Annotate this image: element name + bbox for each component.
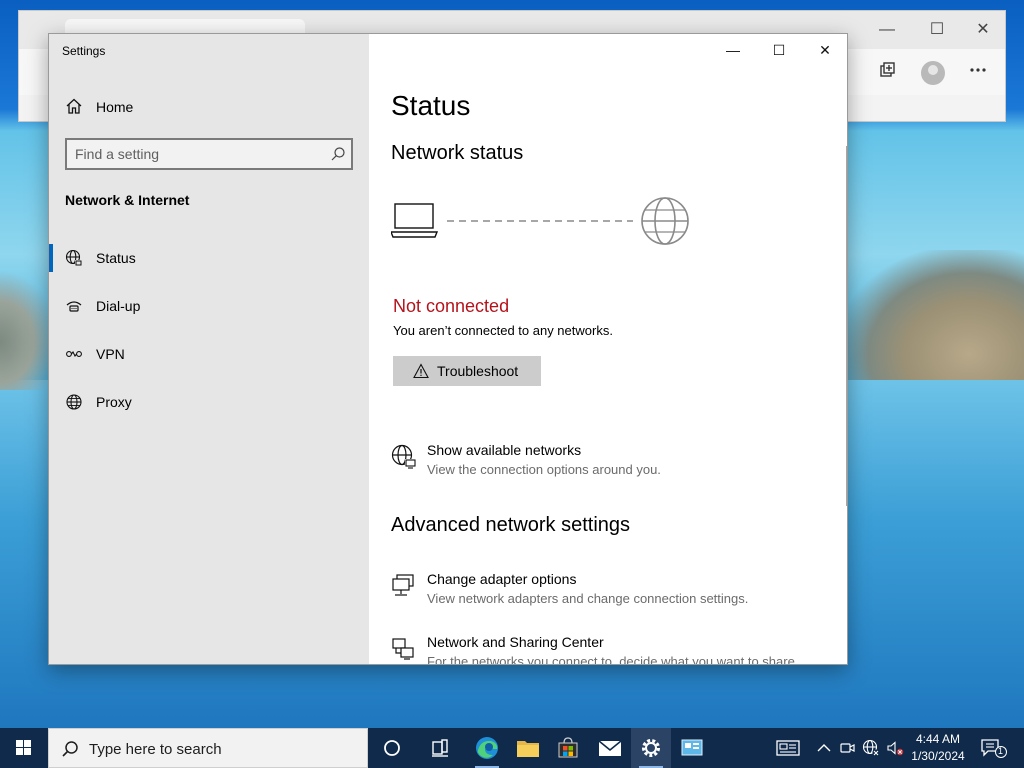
nav-item-label: VPN [96, 346, 125, 362]
network-tray-icon[interactable] [862, 739, 880, 757]
link-subtitle: For the networks you connect to, decide … [427, 654, 799, 665]
taskbar: Type here to search 4:44 AM 1/30/2024 1 [0, 728, 1024, 768]
collections-icon[interactable] [873, 61, 901, 89]
change-adapter-options-link[interactable]: Change adapter options View network adap… [391, 571, 831, 615]
vpn-icon [65, 345, 83, 363]
nav-item-label: Status [96, 250, 136, 266]
search-icon [61, 740, 79, 758]
nav-home-label: Home [96, 99, 134, 115]
minimize-button[interactable]: — [710, 34, 756, 66]
nav-section-title: Network & Internet [65, 192, 190, 208]
network-globe-icon [391, 444, 417, 470]
system-clock[interactable]: 4:44 AM 1/30/2024 [906, 731, 970, 765]
news-widget-icon[interactable] [776, 739, 800, 757]
nav-item-label: Proxy [96, 394, 132, 410]
settings-gear-icon[interactable] [631, 728, 671, 768]
troubleshoot-label: Troubleshoot [437, 363, 519, 379]
laptop-icon [389, 203, 439, 238]
advanced-network-settings-heading: Advanced network settings [391, 514, 631, 536]
control-panel-icon[interactable] [672, 728, 712, 768]
wallpaper-hill-right [840, 250, 1024, 380]
taskbar-search-placeholder: Type here to search [89, 741, 222, 758]
connection-status-text: Not connected [393, 296, 510, 316]
proxy-globe-icon [65, 393, 83, 411]
link-subtitle: View the connection options around you. [427, 462, 661, 477]
network-status-heading: Network status [391, 142, 524, 164]
nav-item-proxy[interactable]: Proxy [49, 384, 369, 420]
connection-status-description: You aren’t connected to any networks. [393, 323, 613, 338]
find-setting-input[interactable] [75, 144, 315, 164]
close-button[interactable]: ✕ [802, 34, 847, 66]
status-globe-icon [65, 249, 83, 267]
show-available-networks-link[interactable]: Show available networks View the connect… [391, 442, 831, 486]
taskbar-search-box[interactable]: Type here to search [48, 728, 368, 768]
warning-icon [413, 363, 429, 379]
nav-item-vpn[interactable]: VPN [49, 336, 369, 372]
link-title: Show available networks [427, 442, 582, 458]
settings-content-pane: — ☐ ✕ Status Network status Not connecte… [369, 34, 847, 665]
troubleshoot-button[interactable]: Troubleshoot [393, 356, 541, 386]
settings-nav-pane: Settings Home Network & Internet Status [49, 34, 369, 664]
edge-icon[interactable] [467, 728, 507, 768]
notification-center-button[interactable]: 1 [978, 736, 1008, 760]
browser-minimize-button[interactable]: — [864, 17, 910, 43]
nav-item-dial-up[interactable]: Dial-up [49, 288, 369, 324]
store-icon[interactable] [548, 728, 588, 768]
volume-muted-icon[interactable] [886, 739, 904, 757]
content-scrollbar[interactable] [846, 146, 847, 506]
nav-home[interactable]: Home [49, 92, 369, 122]
start-button[interactable] [0, 728, 48, 768]
nav-item-status[interactable]: Status [49, 240, 369, 276]
task-view-icon[interactable] [420, 728, 460, 768]
maximize-button[interactable]: ☐ [756, 34, 802, 66]
more-options-icon[interactable] [964, 61, 992, 89]
network-sharing-center-link[interactable]: Network and Sharing Center For the netwo… [391, 634, 831, 665]
home-icon [65, 97, 83, 115]
window-title: Settings [62, 44, 106, 58]
nav-item-label: Dial-up [96, 298, 141, 314]
link-title: Network and Sharing Center [427, 634, 604, 650]
clock-time: 4:44 AM [915, 732, 961, 746]
settings-window: Settings Home Network & Internet Status [48, 33, 848, 665]
sharing-center-icon [391, 636, 417, 662]
find-setting-search[interactable] [65, 138, 353, 170]
mail-icon[interactable] [590, 728, 630, 768]
page-title: Status [391, 90, 471, 121]
notification-count-badge: 1 [998, 746, 1004, 756]
meet-now-icon[interactable] [838, 739, 856, 757]
internet-globe-icon [641, 197, 689, 245]
network-status-diagram [389, 194, 691, 250]
cortana-icon[interactable] [372, 728, 412, 768]
browser-close-button[interactable]: ✕ [960, 17, 1006, 43]
chevron-up-icon[interactable] [815, 739, 833, 757]
windows-logo-icon [16, 740, 31, 755]
clock-date: 1/30/2024 [911, 749, 965, 763]
network-adapter-icon [391, 573, 417, 599]
file-explorer-icon[interactable] [508, 728, 548, 768]
link-title: Change adapter options [427, 571, 577, 587]
search-icon[interactable] [330, 146, 346, 162]
link-subtitle: View network adapters and change connect… [427, 591, 749, 606]
profile-avatar[interactable] [921, 61, 945, 85]
dial-up-icon [65, 297, 83, 315]
browser-maximize-button[interactable]: ☐ [914, 17, 960, 43]
